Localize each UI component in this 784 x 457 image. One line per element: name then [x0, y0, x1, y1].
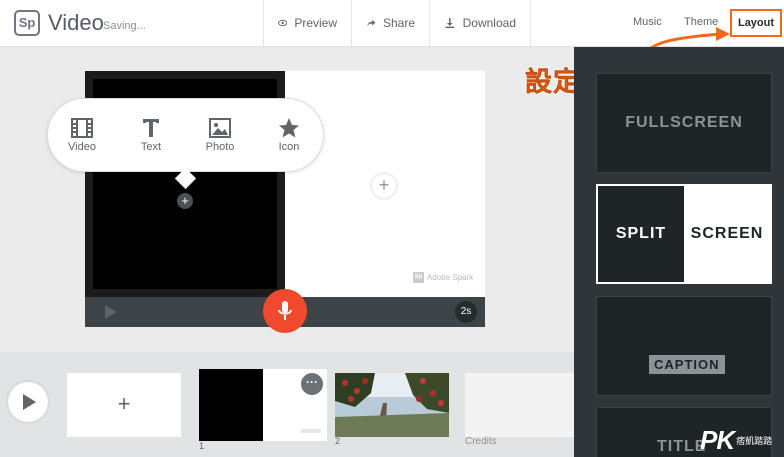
apple-tree-photo	[335, 373, 449, 437]
preview-label: Preview	[294, 16, 337, 30]
photo-icon	[209, 118, 231, 138]
insert-text-option[interactable]: Text	[121, 115, 181, 153]
download-label: Download	[462, 16, 516, 30]
download-button[interactable]: Download	[429, 0, 531, 46]
tab-layout[interactable]: Layout	[730, 9, 782, 37]
spark-logo-icon[interactable]: Sp	[14, 10, 40, 36]
slide-options-button[interactable]: ···	[301, 373, 323, 395]
credits-label: Credits	[465, 436, 497, 447]
preview-button[interactable]: Preview	[263, 0, 351, 46]
site-brand: PK	[700, 425, 735, 455]
adobe-spark-watermark: Sp Adobe Spark	[413, 272, 473, 283]
slide-1-watermark	[301, 429, 321, 433]
eye-icon	[278, 19, 288, 27]
site-watermark: PK 痞凱踏踏	[700, 425, 772, 456]
play-video-button[interactable]	[8, 382, 48, 422]
film-icon	[71, 118, 93, 138]
layout-split-screen[interactable]: SPLIT SCREEN	[596, 184, 772, 284]
insert-icon-option[interactable]: Icon	[259, 115, 319, 153]
download-icon	[445, 17, 455, 29]
insert-photo-label: Photo	[205, 141, 235, 153]
layout-fullscreen[interactable]: FULLSCREEN	[596, 73, 772, 173]
slide-number-1: 1	[199, 441, 205, 451]
credits-slide[interactable]	[465, 373, 574, 437]
insert-content-popover: Video Text Photo Icon	[47, 98, 324, 172]
slide-duration-badge[interactable]: 2s	[455, 301, 477, 323]
slide-1-black-half	[199, 369, 263, 441]
spark-watermark-icon: Sp	[413, 272, 424, 283]
slide-number-2: 2	[335, 436, 341, 446]
insert-video-option[interactable]: Video	[52, 115, 112, 153]
layout-caption-label: CAPTION	[649, 355, 725, 374]
add-content-left-button[interactable]: +	[177, 193, 193, 209]
watermark-label: Adobe Spark	[427, 273, 474, 282]
save-status: Saving...	[103, 20, 146, 32]
slide-thumbnail-1[interactable]: ···	[199, 369, 327, 441]
layout-panel: FULLSCREEN SPLIT SCREEN CAPTION TITLE	[574, 47, 784, 457]
insert-text-label: Text	[140, 141, 162, 153]
slide-thumbnail-2[interactable]	[335, 373, 449, 437]
insert-icon-label: Icon	[278, 141, 300, 153]
timeline: + ··· 1 2 Credits	[0, 352, 574, 457]
share-button[interactable]: Share	[351, 0, 429, 46]
layout-fullscreen-label: FULLSCREEN	[625, 114, 743, 131]
star-icon	[279, 118, 299, 138]
microphone-icon	[278, 301, 292, 320]
share-arrow-icon	[367, 19, 376, 27]
record-voice-button[interactable]	[263, 289, 307, 333]
site-name: 痞凱踏踏	[736, 435, 773, 446]
stage-play-icon[interactable]	[105, 305, 117, 319]
insert-video-label: Video	[68, 141, 96, 153]
layout-split-left-label: SPLIT	[598, 186, 684, 282]
add-content-right-button[interactable]: +	[372, 174, 396, 198]
layout-caption[interactable]: CAPTION	[596, 296, 772, 396]
app-title: Video	[48, 10, 104, 35]
stage-control-bar: 2s	[85, 289, 485, 333]
text-t-icon	[143, 119, 159, 137]
share-label: Share	[382, 16, 415, 30]
insert-photo-option[interactable]: Photo	[190, 115, 250, 153]
add-slide-button[interactable]: +	[67, 373, 181, 437]
layout-split-right-label: SCREEN	[684, 186, 770, 282]
